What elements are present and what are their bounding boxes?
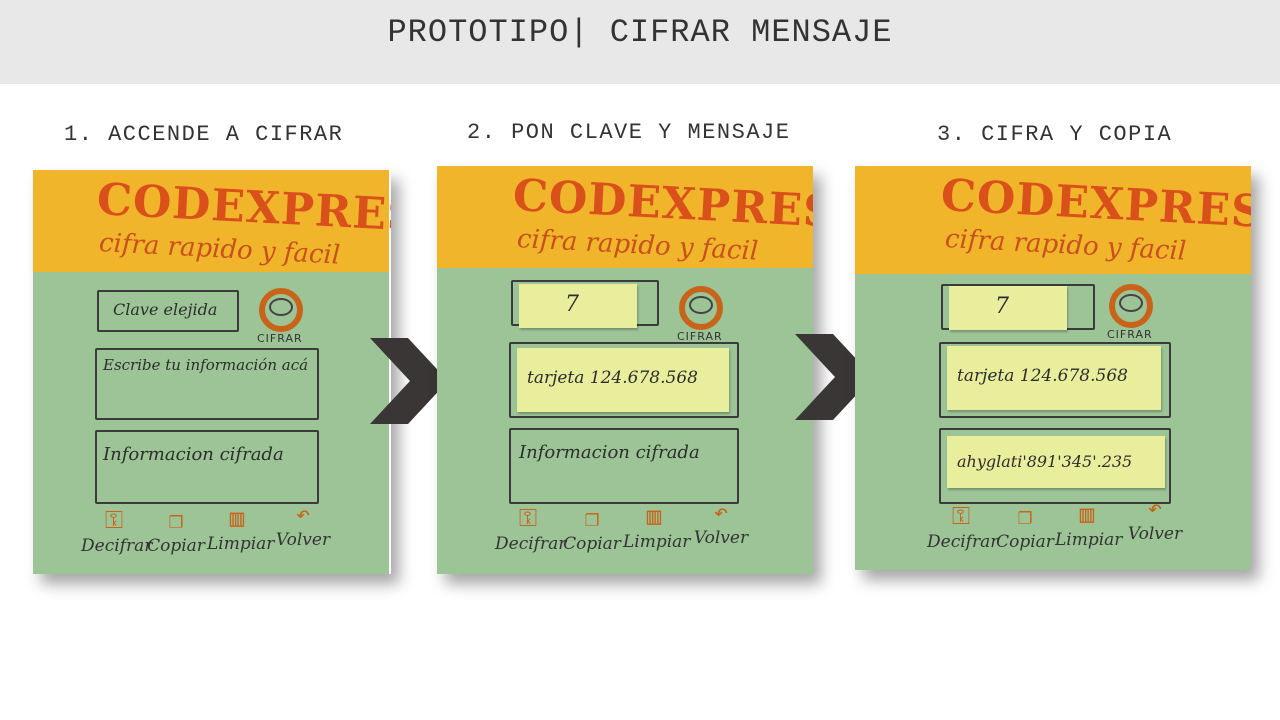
volver-label: Volver [693, 528, 749, 548]
slide-title: PROTOTIPO| CIFRAR MENSAJE [387, 14, 893, 51]
decifrar-button[interactable]: ⚿ Decifrar [927, 505, 999, 553]
limpiar-button[interactable]: ▥ Limpiar [1055, 503, 1123, 551]
decifrar-label: Decifrar [495, 534, 567, 554]
cifrar-label: CIFRAR [257, 332, 303, 345]
undo-icon: ↶ [713, 501, 729, 528]
copiar-button[interactable]: ❐ Copiar [995, 505, 1055, 553]
encrypted-field[interactable]: Informacion cifrada [509, 428, 739, 504]
key-icon: ⚿ [104, 509, 124, 536]
message-value: tarjeta 124.678.568 [527, 368, 698, 388]
message-field[interactable]: Escribe tu información acá [95, 348, 319, 420]
encrypted-placeholder: Informacion cifrada [103, 444, 284, 465]
decifrar-button[interactable]: ⚿ Decifrar [495, 507, 567, 555]
limpiar-button[interactable]: ▥ Limpiar [623, 505, 691, 553]
volver-button[interactable]: ↶ Volver [689, 501, 753, 549]
copy-icon: ❐ [168, 509, 184, 536]
key-postit: 7 [949, 286, 1067, 330]
key-postit: 7 [519, 284, 637, 328]
step-1-sketch: CODEXPRESS cifra rapido y facil Clave el… [33, 170, 391, 574]
key-icon: ⚿ [951, 505, 971, 532]
copiar-label: Copiar [996, 532, 1054, 552]
limpiar-button[interactable]: ▥ Limpiar [207, 507, 275, 555]
key-field-placeholder: Clave elejida [113, 300, 218, 319]
step-2-title: 2. PON CLAVE Y MENSAJE [467, 120, 791, 145]
step-2-sketch: CODEXPRESS cifra rapido y facil 7 CIFRAR… [437, 166, 813, 574]
message-postit: tarjeta 124.678.568 [517, 348, 729, 412]
step-3-sketch: CODEXPRESS cifra rapido y facil 7 CIFRAR… [855, 166, 1251, 570]
copy-icon: ❐ [584, 507, 600, 534]
lock-icon [1119, 294, 1143, 312]
undo-icon: ↶ [295, 503, 311, 530]
decifrar-label: Decifrar [81, 536, 153, 556]
key-value: 7 [995, 294, 1009, 319]
message-value: tarjeta 124.678.568 [957, 366, 1128, 386]
volver-button[interactable]: ↶ Volver [1123, 497, 1187, 545]
copiar-label: Copiar [563, 534, 621, 554]
key-icon: ⚿ [518, 507, 538, 534]
message-postit: tarjeta 124.678.568 [947, 346, 1161, 410]
volver-label: Volver [275, 530, 331, 550]
decifrar-label: Decifrar [927, 532, 999, 552]
encrypted-postit: ahyglati'891'345'.235 [947, 436, 1165, 488]
lock-icon [269, 298, 293, 316]
step-3-title: 3. CIFRA Y COPIA [937, 122, 1173, 147]
limpiar-label: Limpiar [1055, 530, 1123, 550]
encrypted-field[interactable]: Informacion cifrada [95, 430, 319, 504]
step-1-title: 1. ACCENDE A CIFRAR [64, 122, 344, 147]
copy-icon: ❐ [1017, 505, 1033, 532]
trash-icon: ▥ [646, 505, 662, 532]
trash-icon: ▥ [1079, 503, 1095, 530]
cifrar-label: CIFRAR [1107, 328, 1153, 341]
undo-icon: ↶ [1147, 497, 1163, 524]
copiar-button[interactable]: ❐ Copiar [563, 507, 621, 555]
copiar-label: Copiar [147, 536, 205, 556]
volver-button[interactable]: ↶ Volver [271, 503, 335, 551]
encrypted-placeholder: Informacion cifrada [519, 442, 700, 463]
limpiar-label: Limpiar [623, 532, 691, 552]
decifrar-button[interactable]: ⚿ Decifrar [81, 509, 153, 557]
lock-icon [689, 296, 713, 314]
volver-label: Volver [1127, 524, 1183, 544]
copiar-button[interactable]: ❐ Copiar [147, 509, 205, 557]
trash-icon: ▥ [229, 507, 245, 534]
encrypted-value: ahyglati'891'345'.235 [957, 452, 1133, 471]
key-value: 7 [565, 292, 579, 317]
limpiar-label: Limpiar [207, 534, 275, 554]
message-placeholder: Escribe tu información acá [103, 356, 309, 374]
key-field[interactable]: Clave elejida [97, 290, 239, 332]
